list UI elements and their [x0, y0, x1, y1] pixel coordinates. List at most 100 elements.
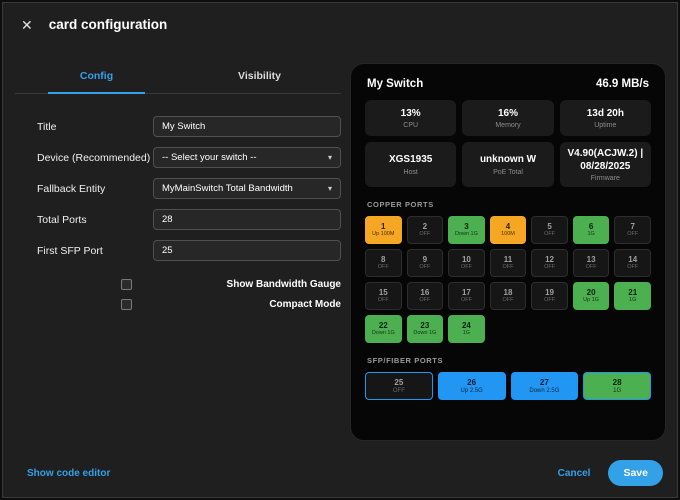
copper-port-tile[interactable]: 18 OFF	[490, 282, 527, 310]
copper-port-tile[interactable]: 12 OFF	[531, 249, 568, 277]
fallback-entity-value: MyMainSwitch Total Bandwidth	[162, 183, 293, 194]
show-code-editor-link[interactable]: Show code editor	[27, 468, 110, 479]
port-number: 24	[462, 322, 471, 330]
title-label: Title	[37, 121, 56, 133]
copper-port-tile[interactable]: 21 1G	[614, 282, 651, 310]
port-status: OFF	[502, 265, 513, 271]
dialog-title: card configuration	[49, 17, 168, 32]
stat-box: unknown W PoE Total	[462, 142, 553, 187]
stat-label: Uptime	[563, 122, 648, 129]
sfp-port-tile[interactable]: 25 OFF	[365, 372, 433, 400]
copper-ports-section-label: COPPER PORTS	[367, 200, 649, 209]
copper-port-tile[interactable]: 4 100M	[490, 216, 527, 244]
stat-box: 13% CPU	[365, 100, 456, 136]
copper-port-tile[interactable]: 10 OFF	[448, 249, 485, 277]
sfp-port-tile[interactable]: 27 Down 2.5G	[511, 372, 579, 400]
copper-port-tile[interactable]: 15 OFF	[365, 282, 402, 310]
compact-mode-row: Compact Mode	[121, 299, 341, 310]
copper-port-tile[interactable]: 17 OFF	[448, 282, 485, 310]
copper-port-tile[interactable]: 20 Up 1G	[573, 282, 610, 310]
port-status: Down 1G	[372, 331, 395, 337]
close-icon[interactable]: ✕	[21, 18, 33, 32]
port-status: OFF	[378, 265, 389, 271]
compact-mode-checkbox[interactable]	[121, 299, 132, 310]
copper-port-tile[interactable]: 3 Down 1G	[448, 216, 485, 244]
port-number: 15	[379, 289, 388, 297]
bandwidth-readout: 46.9 MB/s	[596, 78, 649, 90]
port-status: Down 2.5G	[529, 388, 559, 394]
total-ports-input[interactable]	[153, 209, 341, 230]
stat-label: Memory	[465, 122, 550, 129]
save-button[interactable]: Save	[608, 460, 663, 486]
stat-value: unknown W	[465, 154, 550, 167]
copper-port-tile[interactable]: 19 OFF	[531, 282, 568, 310]
fallback-entity-select[interactable]: MyMainSwitch Total Bandwidth ▾	[153, 178, 341, 199]
port-status: OFF	[627, 232, 638, 238]
copper-port-tile[interactable]: 23 Down 1G	[407, 315, 444, 343]
copper-port-tile[interactable]: 2 OFF	[407, 216, 444, 244]
port-number: 21	[628, 289, 637, 297]
device-select-value: -- Select your switch --	[162, 152, 257, 163]
copper-port-tile[interactable]: 14 OFF	[614, 249, 651, 277]
device-label: Device (Recommended)	[37, 152, 150, 164]
copper-port-tile[interactable]: 7 OFF	[614, 216, 651, 244]
port-number: 28	[613, 379, 622, 387]
copper-port-tile[interactable]: 22 Down 1G	[365, 315, 402, 343]
stat-box: V4.90(ACJW.2) | 08/28/2025 Firmware	[560, 142, 651, 187]
chevron-down-icon: ▾	[328, 184, 332, 193]
sfp-port-tile[interactable]: 26 Up 2.5G	[438, 372, 506, 400]
bandwidth-gauge-row: Show Bandwidth Gauge	[121, 279, 341, 290]
port-number: 3	[464, 223, 468, 231]
form-row-device: Device (Recommended) -- Select your swit…	[37, 147, 341, 168]
cancel-button[interactable]: Cancel	[558, 468, 591, 479]
copper-port-tile[interactable]: 24 1G	[448, 315, 485, 343]
first-sfp-port-input[interactable]	[153, 240, 341, 261]
stat-box: XGS1935 Host	[365, 142, 456, 187]
config-form: Title Device (Recommended) -- Select you…	[15, 116, 341, 310]
port-number: 18	[504, 289, 513, 297]
dialog-footer: Show code editor Cancel Save	[27, 460, 663, 486]
form-row-fallback-entity: Fallback Entity MyMainSwitch Total Bandw…	[37, 178, 341, 199]
copper-port-tile[interactable]: 5 OFF	[531, 216, 568, 244]
port-status: OFF	[378, 298, 389, 304]
port-number: 5	[547, 223, 551, 231]
copper-port-tile[interactable]: 16 OFF	[407, 282, 444, 310]
stat-label: PoE Total	[465, 169, 550, 176]
port-number: 14	[628, 256, 637, 264]
port-status: OFF	[419, 298, 430, 304]
footer-actions: Cancel Save	[558, 460, 663, 486]
port-number: 4	[506, 223, 510, 231]
copper-port-tile[interactable]: 1 Up 100M	[365, 216, 402, 244]
port-status: Down 1G	[413, 331, 436, 337]
tab-config[interactable]: Config	[15, 61, 178, 93]
show-bandwidth-gauge-checkbox[interactable]	[121, 279, 132, 290]
port-number: 20	[587, 289, 596, 297]
port-number: 19	[545, 289, 554, 297]
copper-port-tile[interactable]: 9 OFF	[407, 249, 444, 277]
device-select[interactable]: -- Select your switch -- ▾	[153, 147, 341, 168]
stat-label: Firmware	[563, 175, 648, 182]
stat-value: 13d 20h	[563, 108, 648, 121]
total-ports-label: Total Ports	[37, 214, 87, 226]
sfp-port-grid: 25 OFF 26 Up 2.5G 27 Down 2.5G 28 1G	[365, 372, 651, 400]
compact-mode-label: Compact Mode	[269, 299, 341, 310]
port-status: OFF	[419, 265, 430, 271]
form-row-first-sfp-port: First SFP Port	[37, 240, 341, 261]
port-status: 1G	[463, 331, 470, 337]
copper-port-tile[interactable]: 8 OFF	[365, 249, 402, 277]
port-status: OFF	[586, 265, 597, 271]
port-number: 22	[379, 322, 388, 330]
copper-port-tile[interactable]: 6 1G	[573, 216, 610, 244]
port-status: OFF	[544, 232, 555, 238]
stat-box: 16% Memory	[462, 100, 553, 136]
copper-port-tile[interactable]: 13 OFF	[573, 249, 610, 277]
tab-visibility[interactable]: Visibility	[178, 61, 341, 93]
copper-port-tile[interactable]: 11 OFF	[490, 249, 527, 277]
stat-value: 13%	[368, 108, 453, 121]
port-number: 10	[462, 256, 471, 264]
title-input[interactable]	[153, 116, 341, 137]
tab-bar: Config Visibility	[15, 61, 341, 94]
show-bandwidth-gauge-label: Show Bandwidth Gauge	[227, 279, 341, 290]
sfp-port-tile[interactable]: 28 1G	[583, 372, 651, 400]
port-number: 13	[587, 256, 596, 264]
